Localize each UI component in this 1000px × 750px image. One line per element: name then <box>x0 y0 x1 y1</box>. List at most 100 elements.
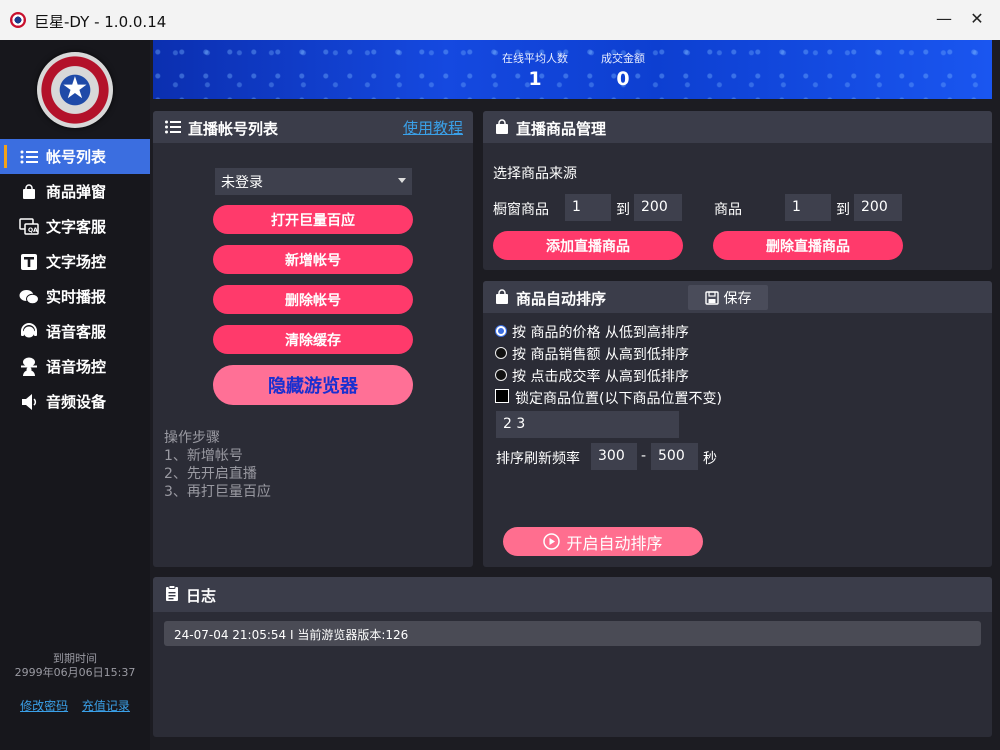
account-select[interactable]: 未登录 <box>215 168 412 195</box>
chat-qa-icon: QA <box>18 216 40 238</box>
products-label: 商品 <box>714 202 742 218</box>
sidebar-item-label: 语音场控 <box>46 358 107 376</box>
sort-option-label: 按 商品的价格 从低到高排序 <box>512 325 689 341</box>
captain-shield-logo: ★ <box>37 52 113 128</box>
log-header: 日志 <box>153 577 992 612</box>
save-label: 保存 <box>723 290 752 307</box>
log-panel: 日志 24-07-04 21:05:54 I 当前游览器版本:126 <box>153 577 992 737</box>
speaker-icon <box>18 391 40 413</box>
sidebar-item-product-popup[interactable]: 商品弹窗 <box>0 174 150 209</box>
sidebar-nav: 帐号列表 商品弹窗 QA 文字客服 文字场控 实时播报 语音客服 语音场控 音频… <box>0 139 150 419</box>
product-management-title: 直播商品管理 <box>516 120 607 138</box>
sort-option-radio[interactable] <box>495 369 507 381</box>
sidebar-item-label: 文字场控 <box>46 253 107 271</box>
refresh-min-input[interactable]: 300 <box>591 443 637 470</box>
panel-title: 直播商品管理 <box>495 118 606 139</box>
product-source-label: 选择商品来源 <box>493 166 577 182</box>
step-item: 1、新增帐号 <box>164 448 243 464</box>
sidebar-item-text-control[interactable]: 文字场控 <box>0 244 150 279</box>
sidebar-item-label: 语音客服 <box>46 323 107 341</box>
refresh-max-input[interactable]: 500 <box>651 443 698 470</box>
save-button[interactable]: 保存 <box>688 285 768 310</box>
delete-live-products-button[interactable]: 删除直播商品 <box>713 231 903 260</box>
deal-amount-value: 0 <box>616 68 630 90</box>
sidebar-item-account-list[interactable]: 帐号列表 <box>0 139 150 174</box>
hide-browser-button[interactable]: 隐藏游览器 <box>213 365 413 405</box>
shopping-bag-icon <box>495 289 509 308</box>
sidebar-item-audio-device[interactable]: 音频设备 <box>0 384 150 419</box>
product-from-input[interactable]: 1 <box>785 194 831 221</box>
sidebar-item-voice-service[interactable]: 语音客服 <box>0 314 150 349</box>
sidebar-item-live-report[interactable]: 实时播报 <box>0 279 150 314</box>
shield-icon <box>10 12 26 28</box>
sidebar-item-label: 商品弹窗 <box>46 183 107 201</box>
lock-position-checkbox[interactable] <box>495 389 509 403</box>
clear-cache-button[interactable]: 清除缓存 <box>213 325 413 354</box>
sidebar-item-label: 实时播报 <box>46 288 107 306</box>
range-dash: - <box>641 448 647 464</box>
sidebar-item-text-service[interactable]: QA 文字客服 <box>0 209 150 244</box>
to-label: 到 <box>836 202 850 218</box>
sort-option-radio[interactable] <box>495 325 507 337</box>
tutorial-link[interactable]: 使用教程 <box>403 117 463 138</box>
wechat-bubbles-icon <box>18 286 40 308</box>
add-live-products-button[interactable]: 添加直播商品 <box>493 231 683 260</box>
window-products-label: 橱窗商品 <box>493 202 549 218</box>
minimize-button[interactable]: — <box>929 6 959 32</box>
operation-steps: 操作步骤 1、新增帐号 2、先开启直播 3、再打巨量百应 <box>164 429 271 501</box>
start-auto-sort-label: 开启自动排序 <box>566 533 663 553</box>
window-title: 巨星-DY - 1.0.0.14 <box>34 13 167 31</box>
microphone-person-icon <box>18 356 40 378</box>
auto-sort-header: 商品自动排序 保存 <box>483 281 992 313</box>
start-auto-sort-button[interactable]: 开启自动排序 <box>503 527 703 556</box>
account-list-header: 直播帐号列表 使用教程 <box>153 111 473 143</box>
expire-label: 到期时间 <box>53 652 97 665</box>
to-label: 到 <box>616 202 630 218</box>
step-item: 3、再打巨量百应 <box>164 484 271 500</box>
product-to-input[interactable]: 200 <box>854 194 902 221</box>
product-management-panel: 直播商品管理 选择商品来源 橱窗商品 1 到 200 商品 1 到 200 添加… <box>483 111 992 270</box>
chevron-down-icon <box>398 178 406 183</box>
account-select-value: 未登录 <box>221 175 263 191</box>
title-bar: 巨星-DY - 1.0.0.14 — ✕ <box>0 0 1000 40</box>
sidebar-item-label: 帐号列表 <box>46 148 107 166</box>
add-account-button[interactable]: 新增帐号 <box>213 245 413 274</box>
sidebar: ★ 帐号列表 商品弹窗 QA 文字客服 文字场控 实时播报 语音客服 语音场控 … <box>0 40 150 750</box>
avg-online-stat: 在线平均人数 1 <box>495 50 575 90</box>
sort-option-radio[interactable] <box>495 347 507 359</box>
list-icon <box>165 120 181 138</box>
play-circle-icon <box>543 533 561 550</box>
change-password-link[interactable]: 修改密码 <box>20 699 68 713</box>
stats-banner: 在线平均人数 1 成交金额 0 <box>153 40 992 99</box>
step-item: 2、先开启直播 <box>164 466 257 482</box>
window-to-input[interactable]: 200 <box>634 194 682 221</box>
delete-account-button[interactable]: 删除帐号 <box>213 285 413 314</box>
sidebar-links: 修改密码 充值记录 <box>0 697 150 714</box>
svg-text:QA: QA <box>28 227 38 234</box>
text-t-icon <box>18 251 40 273</box>
sort-option-label: 按 点击成交率 从高到低排序 <box>512 369 689 385</box>
recharge-record-link[interactable]: 充值记录 <box>82 699 130 713</box>
clipboard-icon <box>165 585 179 606</box>
account-list-title: 直播帐号列表 <box>188 120 279 138</box>
steps-title: 操作步骤 <box>164 430 220 446</box>
deal-amount-label: 成交金额 <box>601 52 645 65</box>
panel-title: 直播帐号列表 <box>165 118 278 139</box>
list-icon <box>18 146 40 168</box>
lock-position-label: 锁定商品位置(以下商品位置不变) <box>515 391 722 407</box>
account-list-panel: 直播帐号列表 使用教程 未登录 打开巨量百应 新增帐号 删除帐号 清除缓存 隐藏… <box>153 111 473 567</box>
locked-products-input[interactable]: 2 3 <box>496 411 679 438</box>
seconds-unit: 秒 <box>703 451 717 467</box>
shopping-bag-icon <box>495 119 509 138</box>
expire-info: 到期时间 2999年06月06日15:37 <box>0 652 150 680</box>
deal-amount-stat: 成交金额 0 <box>593 50 653 90</box>
headset-icon <box>18 321 40 343</box>
close-button[interactable]: ✕ <box>962 6 992 32</box>
sidebar-item-voice-control[interactable]: 语音场控 <box>0 349 150 384</box>
window-from-input[interactable]: 1 <box>565 194 611 221</box>
panel-title: 日志 <box>165 585 216 606</box>
panel-title: 商品自动排序 <box>495 288 606 309</box>
sidebar-item-label: 文字客服 <box>46 218 107 236</box>
open-juliang-button[interactable]: 打开巨量百应 <box>213 205 413 234</box>
product-management-header: 直播商品管理 <box>483 111 992 143</box>
